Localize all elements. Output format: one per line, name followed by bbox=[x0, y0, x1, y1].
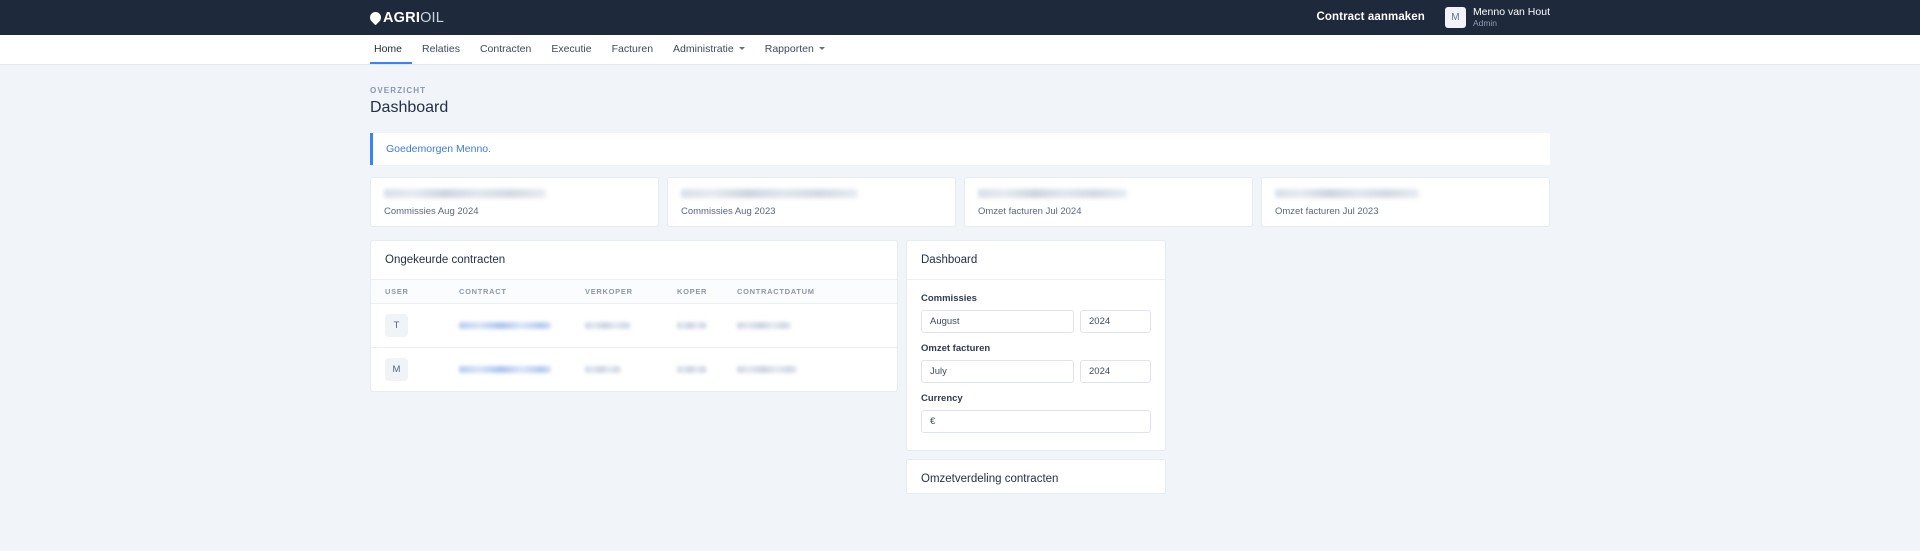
cell-user: T bbox=[371, 303, 459, 348]
table-row[interactable]: T bbox=[371, 303, 897, 348]
stat-label: Commissies Aug 2024 bbox=[384, 206, 479, 217]
column-header-user[interactable]: USER bbox=[371, 280, 459, 304]
stat-value-redacted bbox=[681, 189, 859, 198]
nav-item-label: Facturen bbox=[611, 42, 654, 55]
nav-item-facturen[interactable]: Facturen bbox=[602, 35, 663, 64]
cell-koper bbox=[677, 348, 737, 392]
stat-card-commissies-2024: Commissies Aug 2024 bbox=[370, 177, 659, 227]
create-contract-button[interactable]: Contract aanmaken bbox=[1311, 7, 1431, 27]
app-logo[interactable]: AGRI OIL bbox=[367, 0, 445, 35]
cell-contract[interactable] bbox=[459, 303, 585, 348]
stat-card-commissies-2023: Commissies Aug 2023 bbox=[667, 177, 956, 227]
currency-label: Currency bbox=[921, 393, 963, 404]
cell-contractdatum bbox=[737, 303, 897, 348]
commissies-month-select[interactable]: August bbox=[921, 310, 1074, 333]
greeting-text: Goedemorgen Menno. bbox=[386, 143, 492, 155]
logo-primary-text: AGRI bbox=[383, 9, 421, 26]
card-title: Ongekeurde contracten bbox=[385, 254, 506, 266]
table-header-row: USER CONTRACT VERKOPER KOPER CONTRACTDAT… bbox=[371, 280, 897, 304]
stat-value-redacted bbox=[1275, 189, 1419, 198]
stat-label: Omzet facturen Jul 2023 bbox=[1275, 206, 1379, 217]
nav-item-rapporten[interactable]: Rapporten bbox=[755, 35, 835, 64]
stat-value-redacted bbox=[384, 189, 546, 198]
card-title: Omzetverdeling contracten bbox=[921, 473, 1059, 485]
contractdatum-redacted bbox=[737, 366, 797, 373]
koper-redacted bbox=[677, 366, 707, 373]
nav-item-label: Executie bbox=[551, 42, 592, 55]
nav-item-contracten[interactable]: Contracten bbox=[470, 35, 541, 64]
nav-item-relaties[interactable]: Relaties bbox=[412, 35, 470, 64]
currency-select[interactable]: € bbox=[921, 410, 1151, 433]
cell-koper bbox=[677, 303, 737, 348]
ongekeurde-contracten-card: Ongekeurde contracten USER CONTRACT VERK… bbox=[370, 240, 898, 392]
column-header-contractdatum[interactable]: CONTRACTDATUM bbox=[737, 280, 897, 304]
cell-user: M bbox=[371, 348, 459, 392]
contracts-table: USER CONTRACT VERKOPER KOPER CONTRACTDAT… bbox=[371, 280, 897, 391]
avatar: M bbox=[1444, 6, 1466, 28]
avatar: M bbox=[385, 358, 408, 381]
nav-item-label: Contracten bbox=[479, 42, 532, 55]
nav-item-label: Administratie bbox=[673, 42, 734, 55]
cell-contract[interactable] bbox=[459, 348, 585, 392]
dashboard-settings-card: Dashboard Commissies August 2024 Omzet f… bbox=[906, 240, 1166, 451]
nav-item-home[interactable]: Home bbox=[370, 35, 413, 64]
stat-card-omzet-2024: Omzet facturen Jul 2024 bbox=[964, 177, 1253, 227]
user-name: Menno van Hout bbox=[1472, 5, 1550, 18]
greeting-banner: Goedemorgen Menno. bbox=[370, 133, 1550, 165]
logo-secondary-text: OIL bbox=[420, 9, 445, 26]
omzetverdeling-contracten-card: Omzetverdeling contracten bbox=[906, 459, 1166, 494]
top-header-bar: AGRI OIL Contract aanmaken M Menno van H… bbox=[0, 0, 1920, 35]
column-header-contract[interactable]: CONTRACT bbox=[459, 280, 585, 304]
koper-redacted bbox=[677, 322, 707, 329]
cell-verkoper bbox=[585, 348, 677, 392]
omzet-month-select[interactable]: July bbox=[921, 360, 1074, 383]
column-header-verkoper[interactable]: VERKOPER bbox=[585, 280, 677, 304]
cell-contractdatum bbox=[737, 348, 897, 392]
droplet-icon bbox=[367, 9, 384, 26]
nav-item-label: Relaties bbox=[422, 42, 460, 55]
avatar: T bbox=[385, 314, 408, 337]
stat-cards-row: Commissies Aug 2024 Commissies Aug 2023 … bbox=[370, 177, 1550, 227]
stat-label: Commissies Aug 2023 bbox=[681, 206, 776, 217]
stat-value-redacted bbox=[978, 189, 1127, 198]
chevron-down-icon bbox=[818, 47, 825, 50]
page-content: OVERZICHT Dashboard Goedemorgen Menno. C… bbox=[370, 65, 1550, 494]
omzet-year-select[interactable]: 2024 bbox=[1080, 360, 1151, 383]
commissies-label: Commissies bbox=[921, 293, 977, 304]
chevron-down-icon bbox=[738, 47, 745, 50]
nav-item-label: Home bbox=[374, 42, 403, 55]
stat-label: Omzet facturen Jul 2024 bbox=[978, 206, 1082, 217]
contractdatum-redacted bbox=[737, 322, 791, 329]
nav-item-administratie[interactable]: Administratie bbox=[663, 35, 755, 64]
nav-item-label: Rapporten bbox=[764, 42, 814, 55]
contract-link-redacted[interactable] bbox=[459, 366, 551, 373]
card-title: Dashboard bbox=[921, 254, 978, 266]
table-row[interactable]: M bbox=[371, 348, 897, 392]
cell-verkoper bbox=[585, 303, 677, 348]
main-navigation: Home Relaties Contracten Executie Factur… bbox=[0, 35, 1920, 65]
verkoper-redacted bbox=[585, 366, 621, 373]
verkoper-redacted bbox=[585, 322, 631, 329]
breadcrumb: OVERZICHT bbox=[370, 86, 427, 95]
page-title: Dashboard bbox=[370, 99, 449, 116]
column-header-koper[interactable]: KOPER bbox=[677, 280, 737, 304]
omzet-facturen-label: Omzet facturen bbox=[921, 343, 991, 354]
user-role: Admin bbox=[1472, 17, 1498, 28]
user-menu[interactable]: M Menno van Hout Admin bbox=[1444, 5, 1550, 28]
stat-card-omzet-2023: Omzet facturen Jul 2023 bbox=[1261, 177, 1550, 227]
commissies-year-select[interactable]: 2024 bbox=[1080, 310, 1151, 333]
nav-item-executie[interactable]: Executie bbox=[541, 35, 601, 64]
contract-link-redacted[interactable] bbox=[459, 322, 551, 329]
